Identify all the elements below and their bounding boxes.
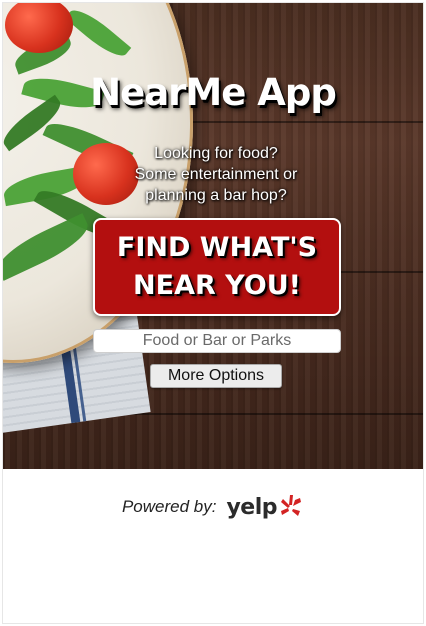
yelp-logo[interactable]: yelp [226,494,304,520]
tagline-line: Looking for food? [154,145,278,162]
app-frame: NearMe App Looking for food? Some entert… [2,2,424,624]
search-input[interactable] [93,329,341,353]
tagline-line: Some entertainment or [134,166,298,183]
footer: Powered by: yelp [3,489,423,525]
tagline: Looking for food? Some entertainment or … [3,143,423,206]
tagline-line: planning a bar hop? [145,187,287,204]
find-button-label-line: NEAR YOU! [133,270,301,301]
yelp-burst-icon [281,495,302,516]
find-nearby-button[interactable]: FIND WHAT'S NEAR YOU! [93,218,341,316]
more-options-button[interactable]: More Options [150,364,282,388]
app-title: NearMe App [90,71,337,114]
find-button-label-line: FIND WHAT'S [116,232,318,263]
powered-by-label: Powered by: [121,497,217,516]
yelp-wordmark: yelp [226,494,278,520]
